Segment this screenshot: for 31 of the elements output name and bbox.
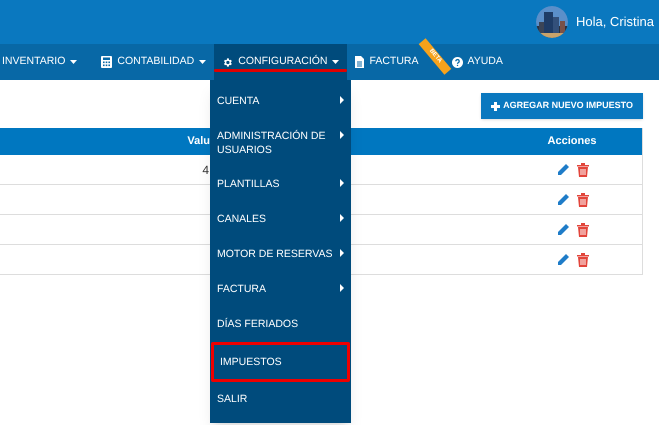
edit-icon[interactable] bbox=[556, 162, 570, 176]
menu-item[interactable]: FACTURA bbox=[211, 272, 350, 307]
menu-item[interactable]: IMPUESTOS bbox=[211, 342, 350, 382]
add-tax-button[interactable]: AGREGAR NUEVO IMPUESTO bbox=[481, 93, 643, 119]
nav-tab[interactable]: CONFIGURACIÓN bbox=[214, 44, 348, 80]
calculator-icon bbox=[101, 56, 112, 68]
delete-icon[interactable] bbox=[576, 162, 588, 176]
delete-icon[interactable] bbox=[576, 252, 588, 266]
column-header: Valu bbox=[187, 134, 210, 150]
edit-icon[interactable] bbox=[556, 252, 570, 266]
nav-tab[interactable]: CONTABILIDAD bbox=[93, 44, 214, 80]
table-cell-text: 4 bbox=[202, 162, 209, 178]
menu-item[interactable]: DÍAS FERIADOS bbox=[211, 307, 350, 342]
document-icon bbox=[355, 56, 364, 68]
edit-icon[interactable] bbox=[556, 192, 570, 206]
delete-icon[interactable] bbox=[576, 222, 588, 236]
menu-item[interactable]: CANALES bbox=[211, 202, 350, 237]
delete-icon[interactable] bbox=[576, 192, 588, 206]
plus-icon bbox=[491, 102, 500, 110]
help-icon bbox=[452, 56, 462, 68]
column-header: Acciones bbox=[548, 134, 596, 150]
menu-item[interactable]: MOTOR DE RESERVAS bbox=[211, 237, 350, 272]
edit-icon[interactable] bbox=[556, 222, 570, 236]
menu-item[interactable]: SALIR bbox=[211, 382, 350, 417]
user-greeting[interactable]: Hola, Cristina bbox=[576, 12, 654, 32]
menu-item[interactable]: ADMINISTRACIÓN DE USUARIOS bbox=[211, 119, 350, 167]
menu-item[interactable]: CUENTA bbox=[211, 84, 350, 119]
nav-tab[interactable]: FACTURA bbox=[347, 44, 420, 80]
nav-tab[interactable]: INVENTARIO bbox=[0, 44, 94, 80]
settings-icon bbox=[222, 56, 234, 68]
menu-item[interactable]: PLANTILLAS bbox=[211, 167, 350, 202]
